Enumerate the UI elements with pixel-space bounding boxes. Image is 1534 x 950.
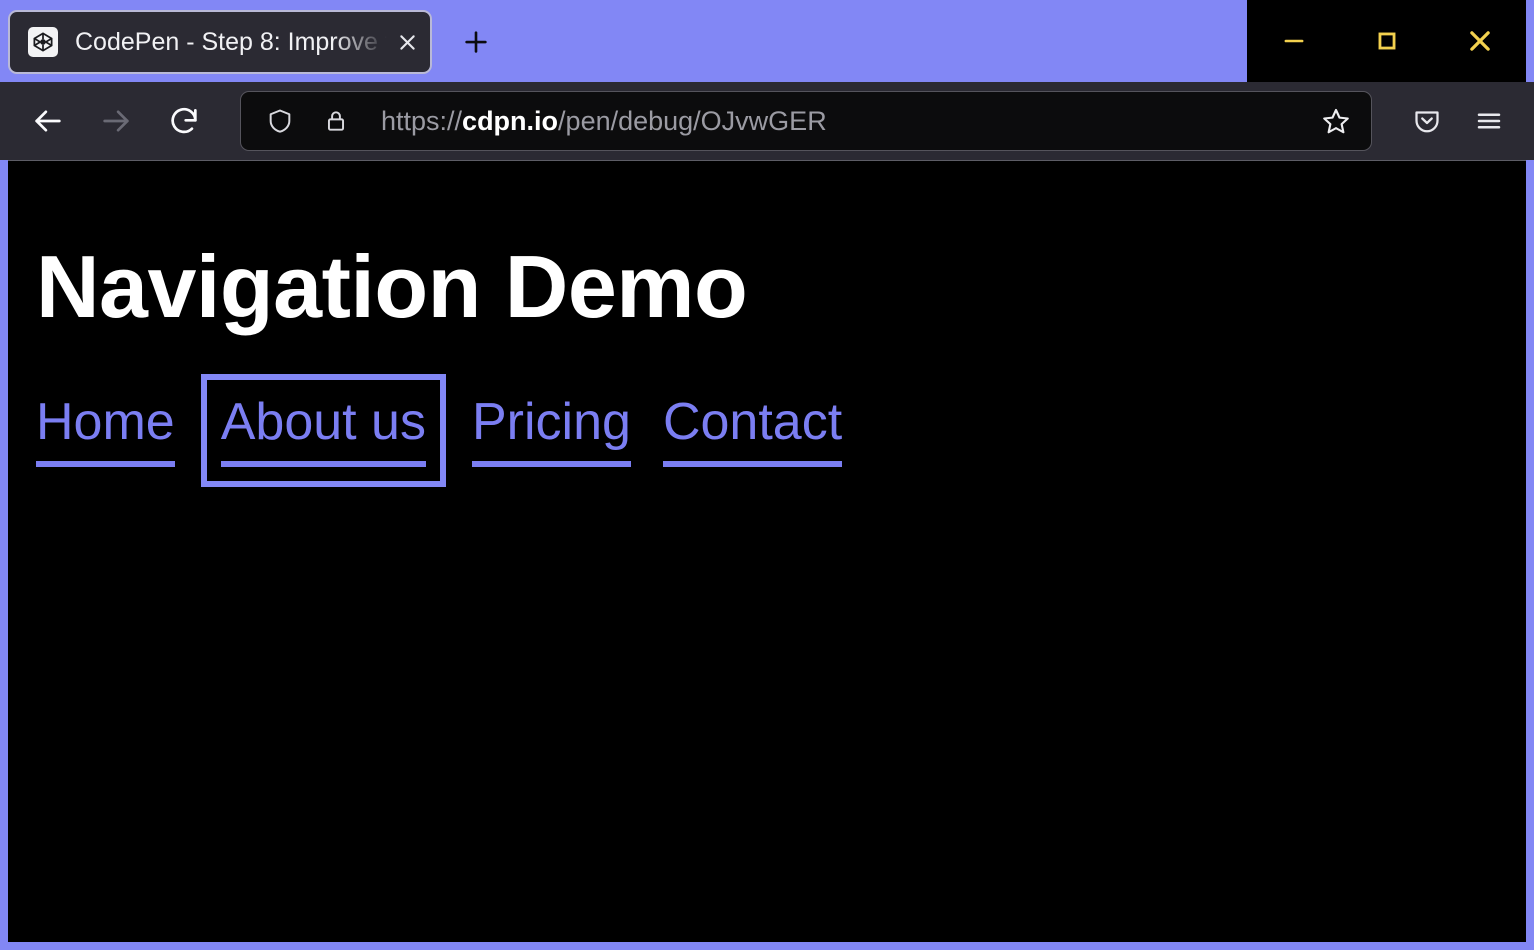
close-window-icon[interactable] (1444, 8, 1516, 74)
star-icon[interactable] (1315, 100, 1357, 142)
window-controls (1247, 0, 1526, 82)
back-arrow-icon[interactable] (14, 90, 82, 152)
url-host: cdpn.io (462, 106, 558, 136)
maximize-icon[interactable] (1351, 8, 1423, 74)
url-path: /pen/debug/OJvwGER (558, 106, 827, 136)
hamburger-menu-icon[interactable] (1458, 90, 1520, 152)
forward-arrow-icon (82, 90, 150, 152)
page-content: Navigation Demo Home About us Pricing Co… (8, 161, 1526, 467)
nav-link-pricing[interactable]: Pricing (472, 394, 631, 467)
browser-window: CodePen - Step 8: Improve focu (0, 0, 1534, 950)
shield-icon[interactable] (263, 104, 297, 138)
browser-tab[interactable]: CodePen - Step 8: Improve focu (8, 10, 432, 74)
url-scheme: https:// (381, 106, 462, 136)
minimize-icon[interactable] (1258, 8, 1330, 74)
site-navigation: Home About us Pricing Contact (36, 394, 1526, 467)
nav-link-home[interactable]: Home (36, 394, 175, 467)
page-viewport: Navigation Demo Home About us Pricing Co… (8, 160, 1526, 942)
codepen-logo-icon (28, 27, 58, 57)
pocket-icon[interactable] (1396, 90, 1458, 152)
address-bar-text[interactable]: https://cdpn.io/pen/debug/OJvwGER (381, 106, 1315, 137)
tab-title: CodePen - Step 8: Improve focu (75, 30, 390, 55)
tab-close-icon[interactable] (390, 25, 424, 59)
nav-link-about-us[interactable]: About us (221, 394, 426, 467)
address-bar[interactable]: https://cdpn.io/pen/debug/OJvwGER (240, 91, 1372, 151)
new-tab-button[interactable] (444, 10, 508, 74)
nav-link-contact[interactable]: Contact (663, 394, 842, 467)
tab-strip: CodePen - Step 8: Improve focu (0, 0, 1534, 82)
page-title: Navigation Demo (36, 239, 1526, 334)
padlock-icon[interactable] (319, 104, 353, 138)
reload-icon[interactable] (150, 90, 218, 152)
browser-toolbar: https://cdpn.io/pen/debug/OJvwGER (0, 82, 1534, 160)
